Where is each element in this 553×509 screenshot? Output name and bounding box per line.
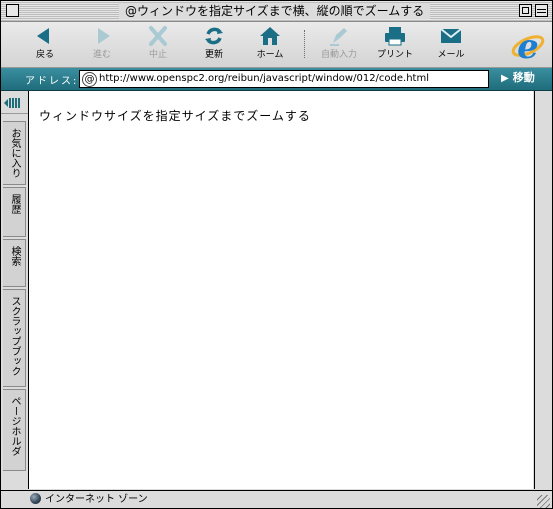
security-zone: インターネット ゾーン [45,494,148,505]
back-arrow-icon [37,28,49,44]
toolbar-separator [304,30,306,58]
print-button[interactable]: プリント [367,25,423,65]
internet-explorer-logo-icon[interactable]: e [510,26,546,64]
address-label: アドレス: [25,76,79,87]
sidebar-tab-label: 履歴 [9,194,20,214]
browser-window: @ウィンドウを指定サイズまで横、縦の順でズームする 戻る 進む 中止 更新 ホー… [0,0,553,509]
sidebar-arrow-icon [4,99,8,107]
back-button-label: 戻る [35,50,54,60]
svg-text:e: e [517,27,539,64]
autofill-button-label: 自動入力 [320,50,357,60]
refresh-icon [205,27,223,45]
autofill-icon [330,28,347,46]
forward-arrow-icon [98,28,110,44]
refresh-button[interactable]: 更新 [186,25,242,65]
stop-icon [149,26,167,46]
sidebar-tab-scrapbook[interactable]: スクラップブック [3,289,26,387]
sidebar-tab-label: お気に入り [9,128,20,178]
print-button-label: プリント [376,50,413,60]
page-text: ウィンドウサイズを指定サイズまでズームする [39,109,311,123]
stop-button[interactable]: 中止 [130,25,186,65]
sidebar-tab-favorites[interactable]: お気に入り [3,121,26,185]
status-bar: インターネット ゾーン [1,490,552,508]
title-bar[interactable]: @ウィンドウを指定サイズまで横、縦の順でズームする [1,1,552,22]
forward-button[interactable]: 進む [74,25,130,65]
print-icon [385,27,405,46]
mail-button[interactable]: メール [423,25,479,65]
home-button-label: ホーム [256,50,284,60]
globe-icon [30,493,41,504]
vertical-scrollbar[interactable] [534,91,552,489]
resize-grip-icon[interactable] [537,495,550,508]
toolbar: 戻る 進む 中止 更新 ホーム 自動入力 プリント メール e [1,22,552,68]
page-content: ウィンドウサイズを指定サイズまでズームする [29,91,533,489]
stop-button-label: 中止 [148,50,167,60]
at-icon[interactable]: @ [82,72,97,87]
autofill-button[interactable]: 自動入力 [311,25,367,65]
mail-button-label: メール [437,50,465,60]
address-url[interactable]: http://www.openspc2.org/reibun/javascrip… [99,72,429,86]
home-icon [260,27,280,45]
sidebar-tab-search[interactable]: 検索 [3,239,26,287]
mail-icon [440,28,462,43]
back-button[interactable]: 戻る [17,25,73,65]
sidebar-tab-label: 検索 [9,246,20,266]
go-button[interactable]: ▶ 移動 [501,70,535,86]
sidebar-tab-label: スクラップブック [9,296,20,376]
sidebar-toggle-button[interactable] [1,91,28,114]
zoom-box-button[interactable] [519,4,532,17]
explorer-sidebar: お気に入り 履歴 検索 スクラップブック ページホルダ [1,91,29,489]
refresh-button-label: 更新 [204,50,223,60]
address-bar: アドレス: @ http://www.openspc2.org/reibun/j… [1,68,552,91]
close-box-button[interactable] [6,4,19,17]
window-title: @ウィンドウを指定サイズまで横、縦の順でズームする [119,3,431,19]
address-field[interactable]: @ http://www.openspc2.org/reibun/javascr… [79,70,489,88]
go-arrow-icon: ▶ [501,73,509,84]
sidebar-tab-label: ページホルダ [9,396,20,456]
sidebar-bars-icon [9,98,21,108]
sidebar-tab-history[interactable]: 履歴 [3,187,26,237]
home-button[interactable]: ホーム [242,25,298,65]
collapse-box-button[interactable] [535,4,548,17]
go-button-label: 移動 [512,71,535,84]
forward-button-label: 進む [92,50,111,60]
sidebar-tab-page-holder[interactable]: ページホルダ [3,389,26,471]
